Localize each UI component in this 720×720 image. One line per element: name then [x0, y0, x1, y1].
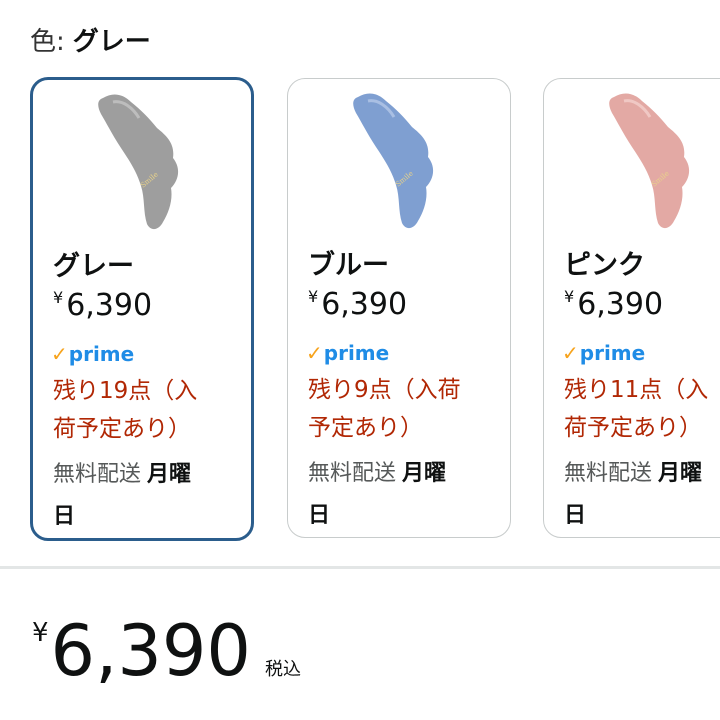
variant-name: ブルー [308, 250, 389, 281]
shipping-info: 無料配送 月曜 日 [564, 453, 702, 537]
variant-price: ¥6,390 [564, 287, 663, 322]
prime-text: prime [323, 341, 390, 365]
price-value: 6,390 [321, 287, 408, 322]
delivery-day-cont: 日 [308, 503, 331, 528]
delivery-day: 月曜 [402, 461, 447, 486]
total-currency-symbol: ¥ [32, 618, 49, 648]
stock-status: 残り9点（入荷 予定あり） [308, 371, 508, 447]
stock-line-2: 予定あり） [308, 415, 423, 441]
variant-card-gray[interactable]: Smile グレー ¥6,390 ✓prime 残り19点（入 荷予定あり） 無… [30, 77, 254, 541]
stock-line-1: 残り19点（入 [53, 378, 198, 404]
stock-line-2: 荷予定あり） [564, 415, 702, 441]
prime-check-icon: ✓ [51, 342, 68, 366]
product-image-gray: Smile [98, 94, 179, 230]
free-shipping-label: 無料配送 [308, 461, 397, 486]
variant-card-pink[interactable]: Smile ピンク ¥6,390 ✓prime 残り11点（入 荷予定あり） 無… [543, 78, 720, 538]
product-image-pink: Smile [609, 93, 690, 229]
total-price: ¥6,390 税込 [32, 606, 301, 696]
free-shipping-label: 無料配送 [53, 462, 142, 487]
variant-price: ¥6,390 [308, 287, 407, 322]
prime-check-icon: ✓ [562, 341, 579, 365]
variant-price: ¥6,390 [53, 288, 152, 323]
section-divider [0, 566, 720, 569]
prime-text: prime [579, 341, 646, 365]
variant-card-blue[interactable]: Smile ブルー ¥6,390 ✓prime 残り9点（入荷 予定あり） 無料… [287, 78, 511, 538]
currency-symbol: ¥ [53, 288, 64, 307]
prime-text: prime [68, 342, 135, 366]
currency-symbol: ¥ [308, 287, 319, 306]
price-value: 6,390 [577, 287, 664, 322]
prime-badge: ✓prime [562, 341, 645, 365]
stock-status: 残り19点（入 荷予定あり） [53, 372, 251, 448]
delivery-day: 月曜 [147, 462, 192, 487]
free-shipping-label: 無料配送 [564, 461, 653, 486]
delivery-day: 月曜 [658, 461, 703, 486]
tax-included-label: 税込 [264, 659, 301, 680]
price-value: 6,390 [66, 288, 153, 323]
shipping-info: 無料配送 月曜 日 [53, 454, 191, 538]
variant-name: グレー [53, 251, 134, 282]
product-image-blue: Smile [353, 93, 434, 229]
stock-line-2: 荷予定あり） [53, 416, 191, 442]
shipping-info: 無料配送 月曜 日 [308, 453, 446, 537]
total-amount: 6,390 [50, 610, 251, 692]
variant-name: ピンク [564, 250, 645, 281]
prime-badge: ✓prime [306, 341, 389, 365]
delivery-day-cont: 日 [564, 503, 587, 528]
stock-line-1: 残り11点（入 [564, 377, 709, 403]
stock-status: 残り11点（入 荷予定あり） [564, 371, 720, 447]
delivery-day-cont: 日 [53, 504, 76, 529]
stock-line-1: 残り9点（入荷 [308, 377, 461, 403]
prime-check-icon: ✓ [306, 341, 323, 365]
currency-symbol: ¥ [564, 287, 575, 306]
prime-badge: ✓prime [51, 342, 134, 366]
color-variant-list: Smile グレー ¥6,390 ✓prime 残り19点（入 荷予定あり） 無… [0, 0, 720, 560]
